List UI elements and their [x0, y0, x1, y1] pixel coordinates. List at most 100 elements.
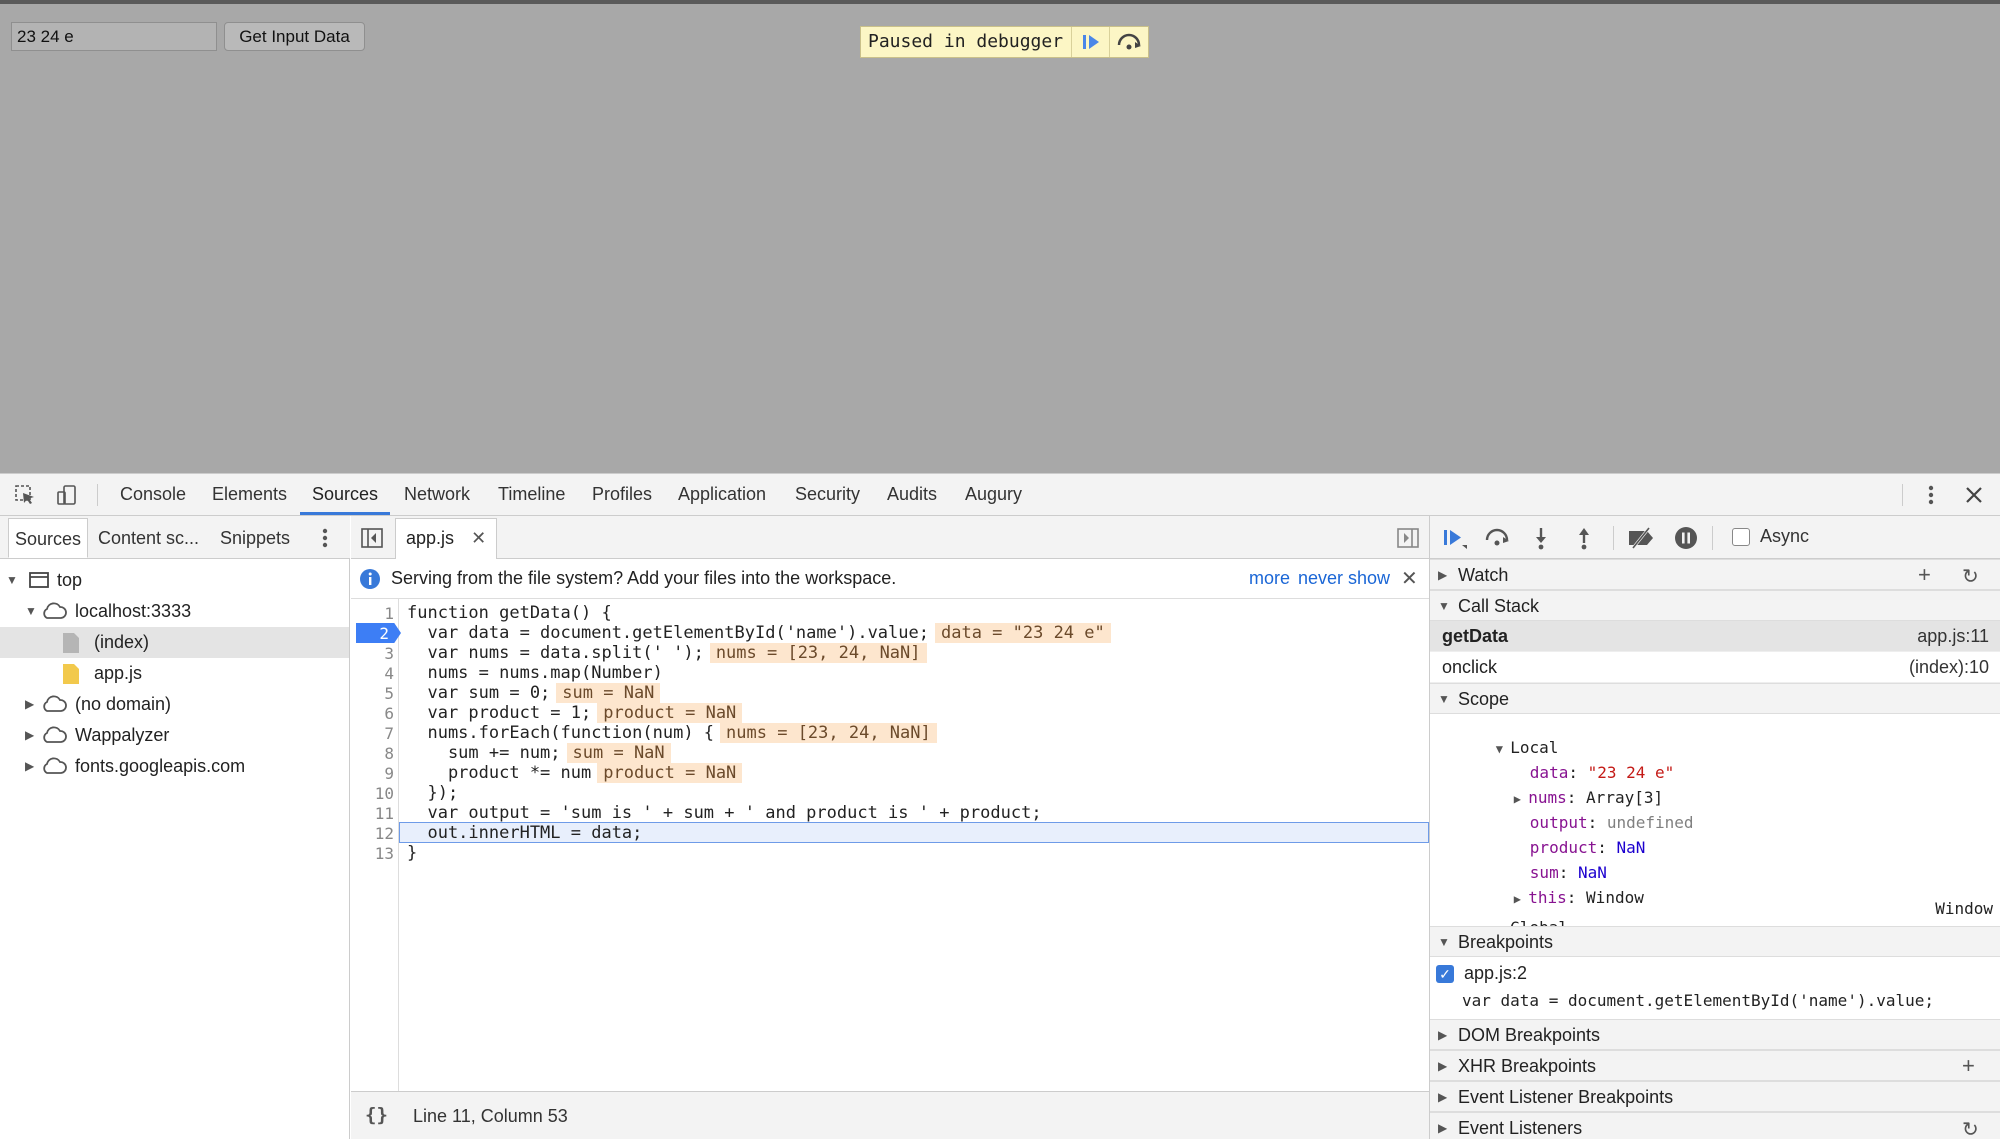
event-listeners-pane-header[interactable]: ▶ Event Listeners ↻	[1430, 1112, 2000, 1139]
expand-arrow-icon[interactable]: ▶	[25, 728, 34, 742]
tab-sources[interactable]: Sources	[300, 474, 391, 515]
tab-application[interactable]: Application	[678, 474, 766, 515]
line-number[interactable]: 4	[351, 663, 394, 683]
more-options-icon[interactable]	[1920, 484, 1942, 506]
line-number[interactable]: 11	[351, 803, 394, 823]
step-out-icon	[1579, 528, 1589, 550]
inline-value: sum = NaN	[556, 683, 661, 703]
scope-var-product[interactable]: product: NaN	[1472, 819, 1646, 857]
code-text: nums.forEach(function(num) {	[407, 723, 715, 743]
device-toolbar-icon[interactable]	[56, 484, 78, 506]
tree-item-no-domain[interactable]: ▶ (no domain)	[0, 689, 349, 720]
frame-icon	[28, 570, 50, 595]
refresh-icon[interactable]: ↻	[1962, 1117, 1979, 1139]
cloud-icon	[40, 694, 68, 719]
step-into-button[interactable]	[1528, 526, 1554, 550]
code-area[interactable]: 1 2 3 4 5 6 7 8 9 10 11 12 13 function g…	[351, 599, 1429, 1091]
scope-var-nums[interactable]: ▶ nums: Array[3]	[1456, 769, 1663, 807]
tab-network[interactable]: Network	[404, 474, 470, 515]
line-number[interactable]: 1	[351, 603, 394, 623]
deactivate-breakpoints-button[interactable]	[1627, 526, 1657, 550]
infobar-close-icon[interactable]: ✕	[1401, 566, 1418, 591]
step-into-icon	[1536, 528, 1546, 550]
add-watch-icon[interactable]: +	[1918, 562, 1931, 588]
tab-augury[interactable]: Augury	[965, 474, 1022, 515]
toggle-debugger-sidebar-icon[interactable]	[1397, 527, 1419, 549]
resume-button[interactable]	[1442, 526, 1468, 550]
line-number[interactable]: 6	[351, 703, 394, 723]
call-frame[interactable]: getData app.js:11	[1430, 621, 2000, 652]
tree-item-fonts-googleapis[interactable]: ▶ fonts.googleapis.com	[0, 751, 349, 782]
editor-statusbar: {} Line 11, Column 53	[351, 1091, 1429, 1139]
tree-item-index[interactable]: (index)	[0, 627, 349, 658]
call-frame[interactable]: onclick (index):10	[1430, 652, 2000, 683]
tree-item-top[interactable]: ▼ top	[0, 565, 349, 596]
call-stack-pane-header[interactable]: ▼ Call Stack	[1430, 590, 2000, 621]
tree-item-localhost[interactable]: ▼ localhost:3333	[0, 596, 349, 627]
pause-on-exceptions-button[interactable]	[1673, 526, 1699, 550]
tab-audits[interactable]: Audits	[887, 474, 937, 515]
watch-pane-header[interactable]: ▶ Watch + ↻	[1430, 559, 2000, 590]
tree-item-wappalyzer[interactable]: ▶ Wappalyzer	[0, 720, 349, 751]
line-number[interactable]: 10	[351, 783, 394, 803]
infobar-never-show-link[interactable]: never show	[1298, 568, 1390, 589]
scope-var-sum[interactable]: sum: NaN	[1472, 844, 1607, 882]
line-number[interactable]: 7	[351, 723, 394, 743]
expand-arrow-icon[interactable]: ▶	[25, 759, 34, 773]
tab-elements[interactable]: Elements	[212, 474, 287, 515]
name-input[interactable]	[11, 22, 217, 51]
inspect-element-icon[interactable]	[14, 484, 36, 506]
scope-var-this[interactable]: ▶ this: Window	[1456, 869, 1644, 907]
line-number-gutter[interactable]: 1 2 3 4 5 6 7 8 9 10 11 12 13	[351, 599, 401, 1091]
line-number[interactable]: 9	[351, 763, 394, 783]
resume-button[interactable]	[1072, 27, 1111, 57]
scope-global-section[interactable]: ▶ Global Window	[1438, 899, 1993, 937]
scope-var-data[interactable]: data: "23 24 e"	[1472, 744, 1675, 782]
tab-profiles[interactable]: Profiles	[592, 474, 652, 515]
inline-value: product = NaN	[597, 763, 743, 783]
collapsed-arrow-icon: ▶	[1438, 568, 1448, 582]
breakpoint-checkbox[interactable]: ✓	[1436, 965, 1454, 983]
navigator-tab-sources[interactable]: Sources	[8, 518, 89, 558]
expand-arrow-icon[interactable]: ▶	[25, 697, 34, 711]
line-number[interactable]: 5	[351, 683, 394, 703]
tree-label: top	[57, 570, 83, 590]
toggle-navigator-icon[interactable]	[361, 527, 383, 549]
breakpoints-pane-header[interactable]: ▼ Breakpoints	[1430, 926, 2000, 957]
line-number[interactable]: 13	[351, 843, 394, 863]
step-out-button[interactable]	[1571, 526, 1597, 550]
tab-security[interactable]: Security	[795, 474, 860, 515]
navigator-tab-content-scripts[interactable]: Content sc...	[92, 518, 205, 558]
get-input-data-button[interactable]: Get Input Data	[224, 22, 365, 51]
event-listener-breakpoints-pane-header[interactable]: ▶ Event Listener Breakpoints	[1430, 1081, 2000, 1112]
tab-timeline[interactable]: Timeline	[498, 474, 565, 515]
file-tab-appjs[interactable]: app.js ✕	[395, 518, 498, 559]
breakpoint-file[interactable]: app.js:2	[1464, 963, 1527, 984]
xhr-breakpoints-pane-header[interactable]: ▶ XHR Breakpoints +	[1430, 1050, 2000, 1081]
line-number[interactable]: 8	[351, 743, 394, 763]
dom-breakpoints-pane-header[interactable]: ▶ DOM Breakpoints	[1430, 1019, 2000, 1050]
tab-console[interactable]: Console	[120, 474, 186, 515]
add-xhr-breakpoint-icon[interactable]: +	[1962, 1053, 1975, 1079]
expand-arrow-icon[interactable]: ▼	[6, 573, 18, 587]
breakpoint-marker[interactable]: 2	[356, 623, 401, 643]
scope-pane-header[interactable]: ▼ Scope	[1430, 683, 2000, 714]
close-tab-icon[interactable]: ✕	[471, 528, 486, 548]
close-devtools-icon[interactable]	[1963, 484, 1985, 506]
scope-var-output[interactable]: output: undefined	[1472, 794, 1694, 832]
step-over-button[interactable]	[1110, 27, 1148, 57]
expand-arrow-icon[interactable]: ▼	[25, 604, 37, 618]
refresh-icon[interactable]: ↻	[1962, 564, 1979, 589]
step-over-button[interactable]	[1484, 526, 1510, 550]
infobar-more-link[interactable]: more	[1249, 568, 1290, 589]
code-text: var nums = data.split(' ');	[407, 643, 704, 663]
scope-local-section[interactable]: ▼ Local	[1438, 719, 1559, 757]
line-number[interactable]: 12	[351, 823, 394, 843]
code-line-12: out.innerHTML = data;	[407, 823, 643, 843]
async-checkbox[interactable]	[1732, 528, 1750, 546]
line-number[interactable]: 3	[351, 643, 394, 663]
tree-item-appjs[interactable]: app.js	[0, 658, 349, 689]
navigator-more-icon[interactable]	[314, 527, 336, 549]
pretty-print-icon[interactable]: {}	[365, 1104, 388, 1126]
navigator-tab-snippets[interactable]: Snippets	[214, 518, 296, 558]
